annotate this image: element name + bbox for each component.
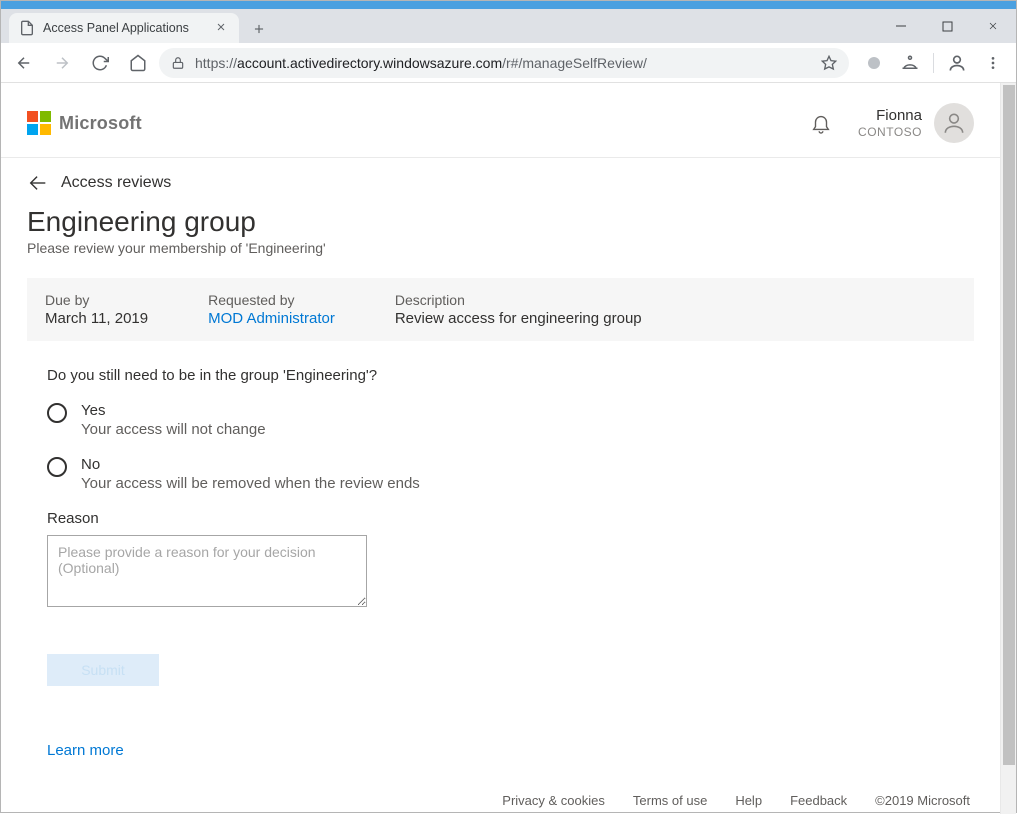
tab-strip: Access Panel Applications [1,9,1016,43]
window-titlebar-accent [1,1,1016,9]
home-button[interactable] [121,47,155,79]
minimize-button[interactable] [878,11,924,41]
back-arrow-icon[interactable] [27,172,49,194]
option-yes[interactable]: Yes Your access will not change [47,402,701,438]
breadcrumb: Access reviews [1,158,1000,200]
learn-more-link[interactable]: Learn more [47,742,701,759]
avatar [934,103,974,143]
due-by-value: March 11, 2019 [45,310,148,327]
tenant-name: CONTOSO [858,125,922,139]
close-window-button[interactable] [970,11,1016,41]
cast-icon[interactable] [893,47,927,79]
option-yes-desc: Your access will not change [81,421,266,438]
review-form: Do you still need to be in the group 'En… [1,341,701,759]
info-bar: Due by March 11, 2019 Requested by MOD A… [27,278,974,341]
title-block: Engineering group Please review your mem… [1,200,1000,266]
browser-chrome: Access Panel Applications [1,1,1016,83]
notifications-icon[interactable] [810,112,832,134]
footer-feedback[interactable]: Feedback [790,793,847,808]
radio-icon [47,457,67,477]
lock-icon [171,56,185,70]
tab-title: Access Panel Applications [43,21,207,35]
reload-button[interactable] [83,47,117,79]
address-bar[interactable]: https://account.activedirectory.windowsa… [159,48,849,78]
radio-icon [47,403,67,423]
footer-terms[interactable]: Terms of use [633,793,707,808]
vertical-scrollbar[interactable] [1000,83,1016,814]
description-value: Review access for engineering group [395,310,642,327]
due-by-label: Due by [45,292,148,308]
back-button[interactable] [7,47,41,79]
browser-toolbar: https://account.activedirectory.windowsa… [1,43,1016,83]
brand-name: Microsoft [59,113,142,134]
page-icon [19,20,35,36]
page-header: Microsoft Fionna CONTOSO [1,83,1000,158]
microsoft-logo-icon [27,111,51,135]
user-menu[interactable]: Fionna CONTOSO [858,103,974,143]
footer-privacy[interactable]: Privacy & cookies [502,793,605,808]
extension-icon[interactable] [857,47,891,79]
option-yes-label: Yes [81,402,266,419]
page-title: Engineering group [27,206,974,238]
user-name: Fionna [876,107,922,125]
description-label: Description [395,292,642,308]
submit-button[interactable]: Submit [47,654,159,686]
info-requested-by: Requested by MOD Administrator [208,292,335,327]
viewport: Microsoft Fionna CONTOSO [1,83,1016,814]
footer: Privacy & cookies Terms of use Help Feed… [502,793,970,808]
close-icon[interactable] [215,21,229,35]
page-content: Microsoft Fionna CONTOSO [1,83,1000,814]
option-no[interactable]: No Your access will be removed when the … [47,456,701,492]
footer-help[interactable]: Help [735,793,762,808]
url-text: https://account.activedirectory.windowsa… [195,55,811,71]
option-no-desc: Your access will be removed when the rev… [81,475,420,492]
reason-textarea[interactable] [47,535,367,607]
breadcrumb-label[interactable]: Access reviews [61,174,171,192]
option-no-label: No [81,456,420,473]
toolbar-right [853,47,1010,79]
scrollbar-thumb[interactable] [1003,85,1015,765]
brand[interactable]: Microsoft [27,111,142,135]
new-tab-button[interactable] [245,15,273,43]
window-controls [878,9,1016,43]
browser-tab[interactable]: Access Panel Applications [9,13,239,43]
reason-label: Reason [47,510,701,527]
requested-by-label: Requested by [208,292,335,308]
requested-by-value[interactable]: MOD Administrator [208,310,335,327]
menu-icon[interactable] [976,47,1010,79]
maximize-button[interactable] [924,11,970,41]
forward-button[interactable] [45,47,79,79]
toolbar-separator [933,53,934,73]
bookmark-icon[interactable] [821,55,837,71]
question-text: Do you still need to be in the group 'En… [47,367,701,384]
profile-icon[interactable] [940,47,974,79]
footer-copyright: ©2019 Microsoft [875,793,970,808]
info-due: Due by March 11, 2019 [45,292,148,327]
page-subtitle: Please review your membership of 'Engine… [27,240,974,256]
info-description: Description Review access for engineerin… [395,292,642,327]
header-right: Fionna CONTOSO [810,103,974,143]
